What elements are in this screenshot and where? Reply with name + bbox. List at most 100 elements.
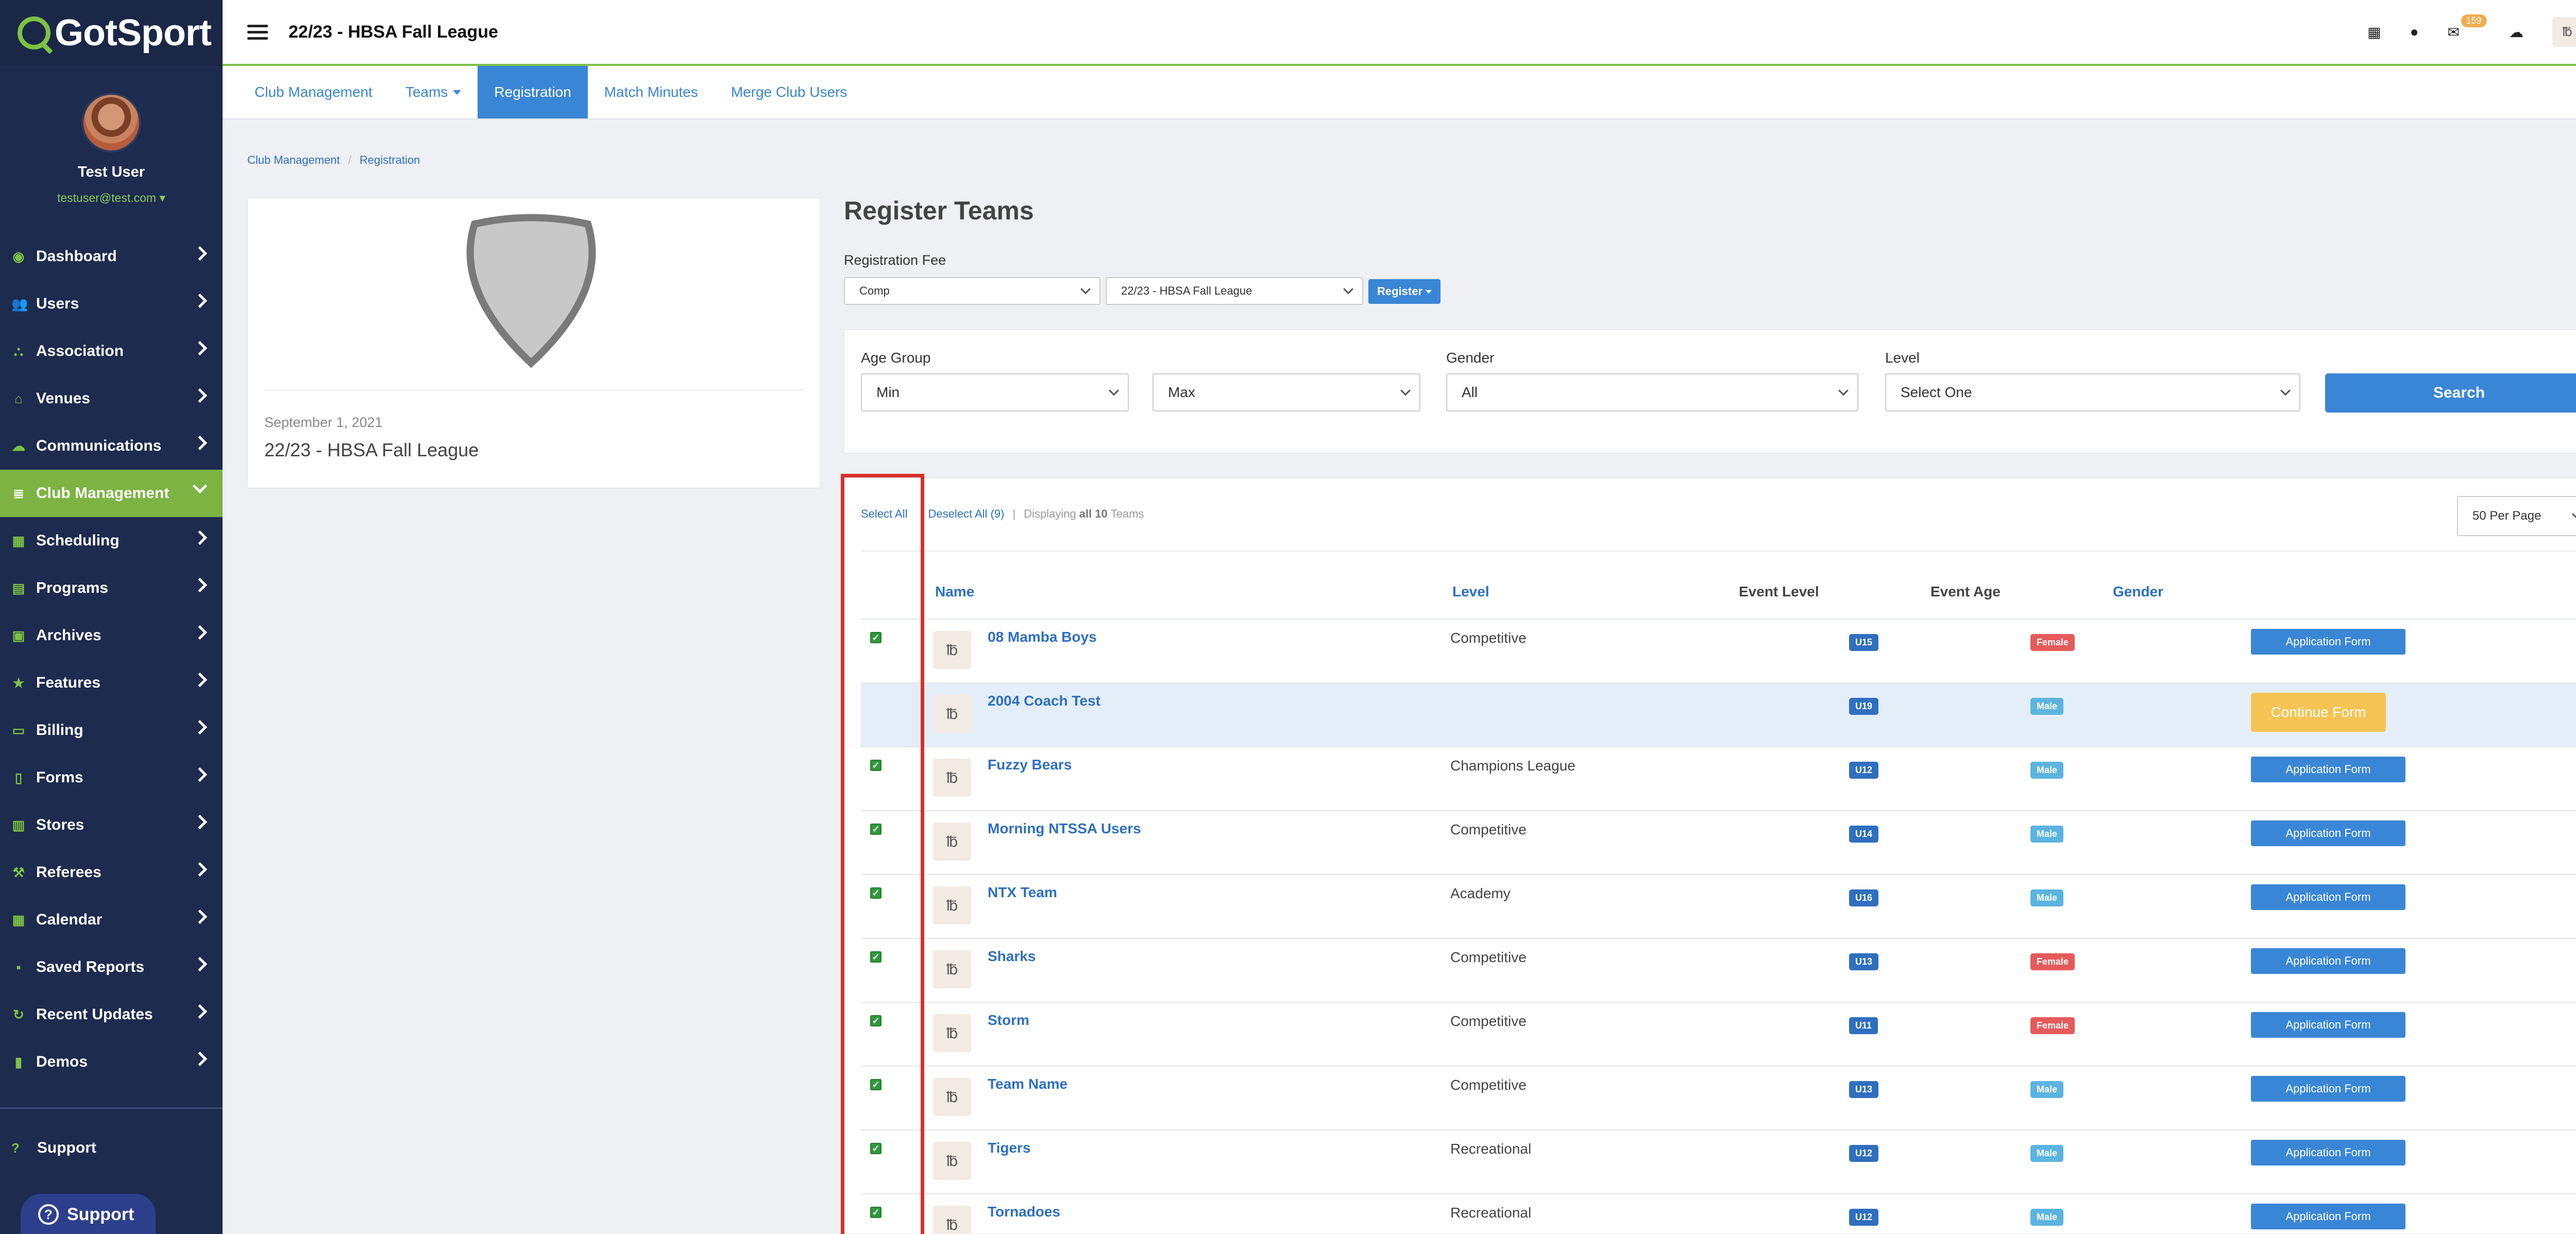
application-form-button[interactable]: Application Form [2251, 884, 2405, 910]
tab-match-minutes[interactable]: Match Minutes [588, 66, 715, 118]
team-name-link[interactable]: NTX Team [988, 884, 1057, 901]
mail-icon[interactable]: ✉ 159 [2448, 14, 2487, 41]
hamburger-menu-icon[interactable] [247, 24, 268, 40]
chevron-right-icon [192, 435, 208, 451]
chat-icon[interactable]: ☁ [2509, 24, 2523, 41]
gender-badge: Male [2030, 762, 2064, 779]
team-name-link[interactable]: Team Name [988, 1076, 1067, 1092]
checkbox-column-highlight [841, 474, 924, 1234]
table-row: ℔ 2004 Coach Test U19 Male Continue Form [861, 682, 2576, 746]
team-name-link[interactable]: Fuzzy Bears [988, 757, 1072, 773]
sidebar-item-forms[interactable]: ▯ Forms [0, 754, 223, 801]
team-name-link[interactable]: Tornadoes [988, 1204, 1060, 1220]
sidebar-item-association[interactable]: ⛬ Association [0, 328, 223, 375]
event-age-badge: U16 [1849, 889, 1879, 906]
sidebar-item-archives[interactable]: ▣ Archives [0, 612, 223, 659]
team-name-link[interactable]: 2004 Coach Test [988, 693, 1100, 709]
sidebar-item-referees[interactable]: ⚒ Referees [0, 849, 223, 896]
caret-down-icon [453, 90, 462, 95]
sidebar-item-venues[interactable]: ⌂ Venues [0, 375, 223, 422]
breadcrumb-club-management[interactable]: Club Management [247, 153, 340, 166]
deselect-all-link[interactable]: Deselect All (9) [928, 507, 1005, 521]
level-select[interactable]: Select One [1885, 373, 2300, 412]
sidebar-support-link[interactable]: ? Support [11, 1139, 96, 1157]
sidebar-item-scheduling[interactable]: ▦ Scheduling [0, 517, 223, 564]
shield-icon [466, 214, 596, 368]
registration-fee-select[interactable]: Comp [844, 277, 1100, 305]
application-form-button[interactable]: Application Form [2251, 1076, 2405, 1102]
team-name-link[interactable]: Morning NTSSA Users [988, 820, 1141, 837]
credit-card-icon: ▭ [12, 722, 25, 738]
sidebar-item-billing[interactable]: ▭ Billing [0, 707, 223, 754]
event-age-badge: U12 [1849, 762, 1879, 779]
user-email-dropdown[interactable]: testuser@test.com ▾ [0, 191, 223, 205]
tab-club-management[interactable]: Club Management [238, 66, 389, 118]
association-icon: ⛬ [13, 343, 24, 358]
gender-badge: Female [2030, 953, 2075, 970]
application-form-button[interactable]: Application Form [2251, 1204, 2405, 1229]
sidebar-item-recent-updates[interactable]: ↻ Recent Updates [0, 991, 223, 1038]
event-select[interactable]: 22/23 - HBSA Fall League [1106, 277, 1363, 305]
tab-registration[interactable]: Registration [478, 66, 588, 118]
age-max-value: Max [1168, 384, 1195, 400]
team-name-link[interactable]: Storm [988, 1012, 1029, 1029]
col-name-header[interactable]: Name [935, 584, 974, 600]
application-form-button[interactable]: Application Form [2251, 1140, 2405, 1166]
breadcrumb-registration[interactable]: Registration [360, 153, 420, 166]
application-form-button[interactable]: Application Form [2251, 1012, 2405, 1038]
team-logo-icon: ℔ [933, 950, 971, 988]
team-level: Competitive [1450, 821, 1527, 837]
displaying-suffix: Teams [1110, 507, 1144, 520]
qr-code-icon[interactable]: ▦ [2367, 24, 2381, 41]
col-gender-header[interactable]: Gender [2113, 584, 2163, 600]
sidebar-item-label: Users [36, 295, 79, 312]
age-min-select[interactable]: Min [861, 373, 1129, 412]
book-icon: ▤ [12, 580, 25, 596]
tab-teams[interactable]: Teams [389, 66, 478, 118]
sidebar-item-features[interactable]: ★ Features [0, 659, 223, 707]
team-level: Competitive [1450, 630, 1527, 646]
chevron-right-icon [192, 246, 208, 261]
gender-select[interactable]: All [1446, 373, 1858, 412]
sidebar-support-label: Support [37, 1139, 96, 1156]
club-avatar-icon[interactable]: ℔ [2552, 17, 2576, 47]
sidebar-item-calendar[interactable]: ▦ Calendar [0, 896, 223, 944]
support-widget-button[interactable]: ? Support [21, 1194, 156, 1234]
team-logo-icon: ℔ [933, 886, 971, 924]
col-level-header[interactable]: Level [1452, 584, 1489, 600]
continue-form-button[interactable]: Continue Form [2251, 693, 2386, 732]
sidebar-item-saved-reports[interactable]: ▪ Saved Reports [0, 944, 223, 991]
sidebar-item-communications[interactable]: ☁ Communications [0, 422, 223, 470]
application-form-button[interactable]: Application Form [2251, 948, 2405, 974]
application-form-button[interactable]: Application Form [2251, 629, 2405, 655]
user-icon[interactable]: ● [2410, 24, 2419, 40]
team-logo-icon: ℔ [933, 1142, 971, 1180]
sidebar-item-programs[interactable]: ▤ Programs [0, 564, 223, 612]
team-name-link[interactable]: 08 Mamba Boys [988, 629, 1097, 645]
sidebar-item-dashboard[interactable]: ◉ Dashboard [0, 233, 223, 280]
logo[interactable]: GotSport [0, 0, 223, 66]
sidebar-item-demos[interactable]: ▮ Demos [0, 1038, 223, 1086]
chevron-right-icon [192, 719, 208, 735]
sidebar-item-users[interactable]: 👥 Users [0, 280, 223, 328]
sidebar-item-label: Calendar [36, 911, 103, 928]
team-name-link[interactable]: Tigers [988, 1140, 1031, 1156]
avatar[interactable] [81, 93, 141, 152]
team-level: Recreational [1450, 1141, 1532, 1157]
search-button[interactable]: Search [2325, 373, 2576, 413]
chevron-down-icon [1838, 385, 1849, 396]
per-page-select[interactable]: 50 Per Page [2457, 496, 2576, 536]
sidebar-item-label: Stores [36, 816, 84, 833]
sidebar-item-stores[interactable]: ▥ Stores [0, 801, 223, 849]
tab-label: Club Management [255, 84, 372, 100]
tab-merge-club-users[interactable]: Merge Club Users [715, 66, 864, 118]
sidebar-item-club-management[interactable]: ≣ Club Management [0, 470, 223, 517]
application-form-button[interactable]: Application Form [2251, 757, 2405, 782]
register-button[interactable]: Register [1368, 279, 1440, 304]
team-name-link[interactable]: Sharks [988, 948, 1036, 965]
chevron-right-icon [192, 1004, 208, 1019]
sidebar: GotSport Test User testuser@test.com ▾ ◉… [0, 0, 223, 1234]
team-logo-icon: ℔ [933, 695, 971, 733]
age-max-select[interactable]: Max [1153, 373, 1420, 412]
application-form-button[interactable]: Application Form [2251, 820, 2405, 846]
